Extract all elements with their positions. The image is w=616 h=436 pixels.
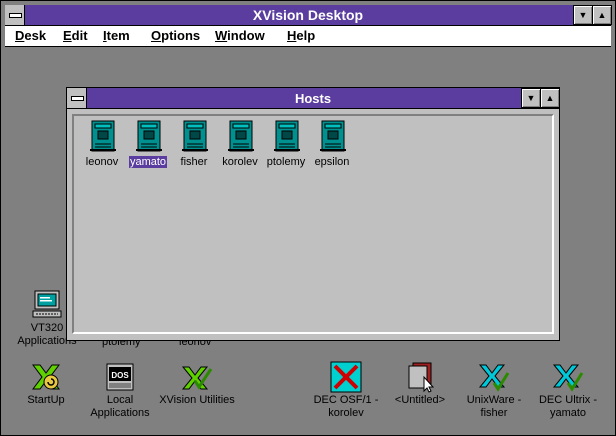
host-label-selected: yamato xyxy=(128,156,168,168)
startup-icon xyxy=(32,364,60,390)
window-title: XVision Desktop xyxy=(252,7,364,23)
host-item-epsilon[interactable]: epsilon xyxy=(308,118,356,178)
menu-edit[interactable]: Edit xyxy=(63,28,88,43)
hosts-maximize-button[interactable]: ▲ xyxy=(540,88,560,108)
hosts-list: leonov yamato fisher korolev ptolemy eps… xyxy=(72,114,554,334)
desktop-icon-dec-ultrix-yamato[interactable]: DEC Ultrix - yamato xyxy=(523,361,613,431)
host-label: epsilon xyxy=(314,156,350,168)
svg-text:DOS: DOS xyxy=(111,371,129,380)
desktop-icon-label: DEC Ultrix - xyxy=(538,394,598,406)
hosts-window-title: Hosts xyxy=(294,91,332,106)
hosts-title-bar[interactable]: Hosts ▼ ▲ xyxy=(67,88,560,109)
host-label: korolev xyxy=(222,156,258,168)
hosts-window: Hosts ▼ ▲ leonov yamato fisher korolev p… xyxy=(66,87,560,341)
title-bar[interactable]: XVision Desktop ▼ ▲ xyxy=(5,5,612,26)
desktop-icon-label: XVision Utilities xyxy=(159,394,235,406)
server-icon xyxy=(320,120,346,152)
menu-options[interactable]: Options xyxy=(151,28,200,43)
server-icon xyxy=(182,120,208,152)
host-item-korolev[interactable]: korolev xyxy=(216,118,264,178)
menu-help[interactable]: Help xyxy=(287,28,315,43)
xvision-session-icon xyxy=(552,364,584,392)
host-item-fisher[interactable]: fisher xyxy=(170,118,218,178)
x-session-icon xyxy=(330,361,362,393)
untitled-icon xyxy=(408,362,435,393)
xvision-desktop-window: XVision Desktop ▼ ▲ Desk Edit Item Optio… xyxy=(0,0,616,436)
hosts-minimize-button[interactable]: ▼ xyxy=(521,88,541,108)
menu-desk[interactable]: Desk xyxy=(15,28,46,43)
menu-bar: Desk Edit Item Options Window Help xyxy=(5,26,611,47)
server-icon xyxy=(228,120,254,152)
menu-item[interactable]: Item xyxy=(103,28,130,43)
server-icon xyxy=(90,120,116,152)
server-icon xyxy=(274,120,300,152)
minimize-button[interactable]: ▼ xyxy=(573,5,593,25)
host-item-yamato[interactable]: yamato xyxy=(124,118,172,178)
terminal-icon xyxy=(32,290,62,318)
host-label: ptolemy xyxy=(266,156,306,168)
host-item-ptolemy[interactable]: ptolemy xyxy=(262,118,310,178)
server-icon xyxy=(136,120,162,152)
xvision-utilities-icon xyxy=(181,366,213,390)
menu-window[interactable]: Window xyxy=(215,28,265,43)
maximize-button[interactable]: ▲ xyxy=(592,5,612,25)
host-item-leonov[interactable]: leonov xyxy=(78,118,126,178)
dos-icon: DOS xyxy=(106,363,134,391)
xvision-session-icon xyxy=(478,364,510,392)
desktop-icon-xvision-utilities[interactable]: XVision Utilities xyxy=(149,361,245,431)
host-label: fisher xyxy=(180,156,208,168)
desktop-icon-label-2: yamato xyxy=(549,407,587,419)
host-label: leonov xyxy=(85,156,119,168)
